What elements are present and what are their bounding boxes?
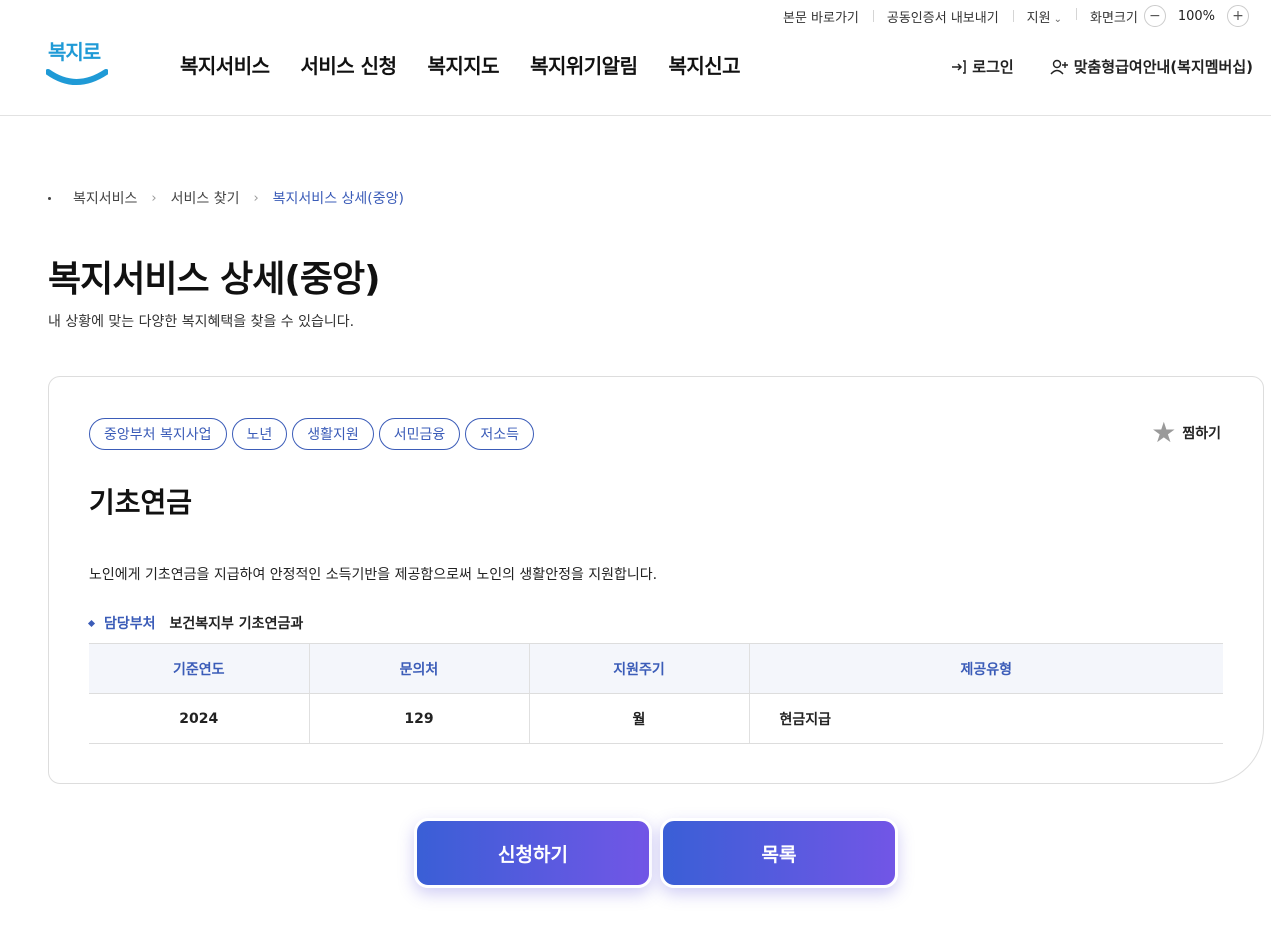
cell-provision-type: 현금지급 [748, 693, 1223, 744]
col-support-cycle: 지원주기 [528, 643, 749, 694]
page-subtitle: 내 상황에 맞는 다양한 복지혜택을 찾을 수 있습니다. [48, 314, 355, 330]
service-card: 중앙부처 복지사업 노년 생활지원 서민금융 저소득 ★ 찜하기 기초연금 노인… [48, 376, 1264, 784]
cell-base-year: 2024 [89, 693, 309, 744]
zoom-control: 화면크기 − 100% + [1075, 5, 1263, 27]
zoom-in-button[interactable]: + [1227, 5, 1249, 27]
breadcrumb-item-current: 복지서비스 상세(중앙) [272, 191, 404, 207]
col-provision-type: 제공유형 [748, 643, 1223, 694]
membership-link[interactable]: 맞춤형급여안내(복지멤버십) [1050, 56, 1253, 77]
login-link[interactable]: 로그인 [950, 56, 1014, 77]
nav-welfare-services[interactable]: 복지서비스 [180, 50, 270, 79]
site-logo[interactable]: 복지로 [46, 36, 108, 90]
breadcrumb-item-welfare[interactable]: 복지서비스 [73, 188, 137, 208]
tag-microfinance[interactable]: 서민금융 [378, 418, 461, 450]
diamond-bullet-icon [87, 619, 96, 627]
department-label: 담당부처 [104, 616, 156, 632]
table-header-row: 기준연도 문의처 지원주기 제공유형 [89, 643, 1223, 694]
nav-welfare-map[interactable]: 복지지도 [427, 50, 499, 79]
export-certificate-link[interactable]: 공동인증서 내보내기 [872, 7, 1013, 26]
tag-list: 중앙부처 복지사업 노년 생활지원 서민금융 저소득 [89, 418, 534, 450]
favorite-button[interactable]: ★ 찜하기 [1151, 419, 1221, 447]
col-base-year: 기준연도 [89, 643, 309, 694]
page-title: 복지서비스 상세(중앙) [48, 259, 381, 300]
service-description: 노인에게 기초연금을 지급하여 안정적인 소득기반을 제공함으로써 노인의 생활… [89, 567, 658, 583]
nav-crisis-alert[interactable]: 복지위기알림 [530, 50, 638, 79]
membership-label: 맞춤형급여안내(복지멤버십) [1073, 58, 1253, 76]
login-icon [952, 59, 967, 74]
table-row: 2024 129 월 현금지급 [89, 693, 1223, 744]
logo-smile-icon [46, 69, 108, 85]
utility-bar: 본문 바로가기 공동인증서 내보내기 지원 ⌄ 화면크기 − 100% + [769, 0, 1271, 32]
department-info: 담당부처 보건복지부 기초연금과 [87, 613, 304, 633]
service-title: 기초연금 [89, 486, 193, 519]
apply-button[interactable]: 신청하기 [414, 818, 652, 888]
support-dropdown[interactable]: 지원 ⌄ [1012, 7, 1076, 26]
skip-to-content-link[interactable]: 본문 바로가기 [769, 7, 873, 26]
nav-welfare-report[interactable]: 복지신고 [668, 50, 740, 79]
breadcrumb-home-dot [48, 196, 51, 200]
star-icon: ★ [1151, 416, 1177, 449]
breadcrumb: 복지서비스 › 서비스 찾기 › 복지서비스 상세(중앙) [48, 188, 404, 208]
header-actions: 로그인 맞춤형급여안내(복지멤버십) [950, 56, 1253, 77]
zoom-value: 100% [1177, 8, 1215, 24]
service-info-table: 기준연도 문의처 지원주기 제공유형 2024 129 월 현금지급 [89, 643, 1223, 744]
zoom-out-button[interactable]: − [1143, 5, 1166, 27]
tag-low-income[interactable]: 저소득 [465, 418, 534, 450]
tag-elderly[interactable]: 노년 [231, 418, 288, 450]
add-user-icon [1050, 59, 1068, 74]
department-value: 보건복지부 기초연금과 [169, 616, 304, 632]
chevron-right-icon: › [253, 190, 259, 206]
logo-text: 복지로 [48, 40, 101, 64]
col-contact: 문의처 [308, 643, 529, 694]
tag-living-support[interactable]: 생활지원 [292, 418, 374, 450]
site-header: 복지로 복지서비스 서비스 신청 복지지도 복지위기알림 복지신고 로그인 맞춤… [0, 32, 1271, 116]
favorite-label: 찜하기 [1182, 426, 1221, 442]
tag-central-ministry[interactable]: 중앙부처 복지사업 [89, 418, 227, 450]
cell-contact: 129 [308, 693, 529, 744]
chevron-down-icon: ⌄ [1053, 13, 1062, 25]
action-buttons: 신청하기 목록 [414, 818, 898, 888]
main-nav: 복지서비스 서비스 신청 복지지도 복지위기알림 복지신고 [180, 50, 741, 79]
list-button[interactable]: 목록 [660, 818, 898, 888]
zoom-label: 화면크기 [1089, 10, 1138, 26]
support-label: 지원 [1026, 10, 1051, 26]
cell-support-cycle: 월 [528, 693, 749, 744]
chevron-right-icon: › [151, 190, 157, 206]
nav-service-apply[interactable]: 서비스 신청 [301, 50, 397, 79]
login-label: 로그인 [972, 58, 1014, 76]
breadcrumb-item-find[interactable]: 서비스 찾기 [171, 188, 240, 208]
